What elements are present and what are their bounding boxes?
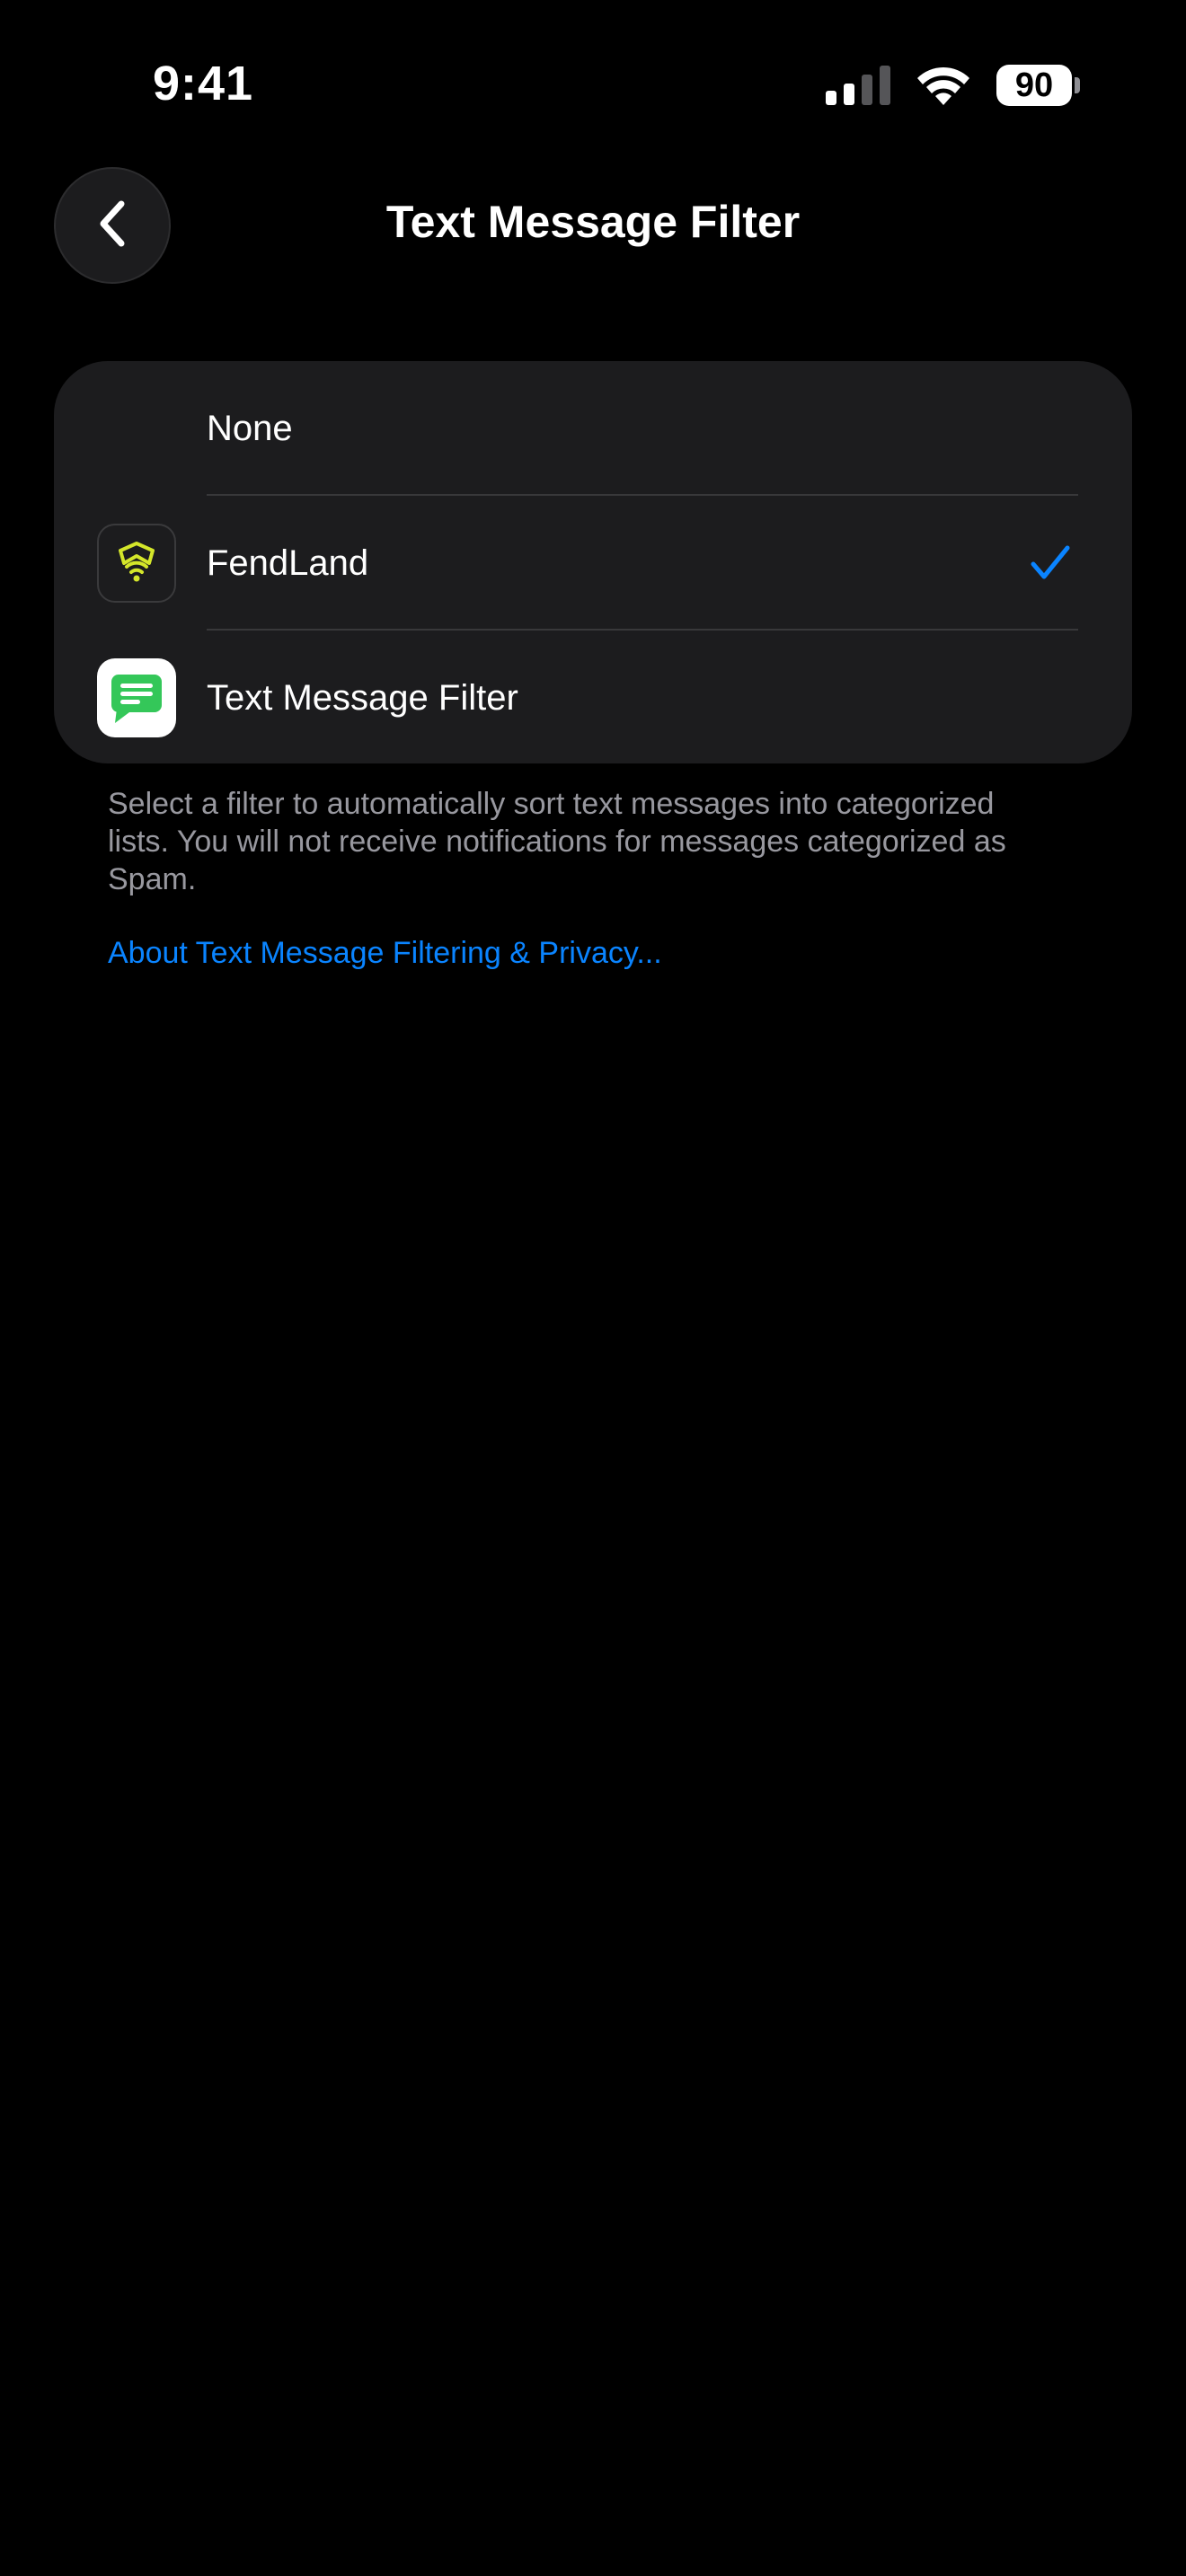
- filter-options-list: None FendLand Text Message Filter: [54, 361, 1132, 763]
- status-bar: 9:41 90: [0, 0, 1186, 171]
- fendland-shield-icon: [97, 524, 176, 603]
- checkmark-icon: [1030, 543, 1071, 588]
- status-time: 9:41: [153, 57, 254, 110]
- cellular-signal-icon: [826, 66, 890, 105]
- option-text-message-filter[interactable]: Text Message Filter: [54, 631, 1132, 763]
- battery-icon: 90: [996, 65, 1080, 106]
- page-title: Text Message Filter: [385, 197, 801, 247]
- option-fendland[interactable]: FendLand: [54, 496, 1132, 631]
- option-label: Text Message Filter: [207, 678, 518, 718]
- battery-cap: [1075, 77, 1080, 93]
- chat-bubble-icon: [97, 658, 176, 737]
- battery-level: 90: [996, 65, 1072, 106]
- wifi-icon: [916, 66, 971, 105]
- privacy-link[interactable]: About Text Message Filtering & Privacy..…: [108, 936, 662, 971]
- option-none[interactable]: None: [54, 361, 1132, 496]
- option-label: None: [207, 409, 293, 448]
- option-label: FendLand: [207, 543, 369, 583]
- filter-description: Select a filter to automatically sort te…: [108, 787, 1006, 896]
- status-icons: 90: [826, 65, 1080, 106]
